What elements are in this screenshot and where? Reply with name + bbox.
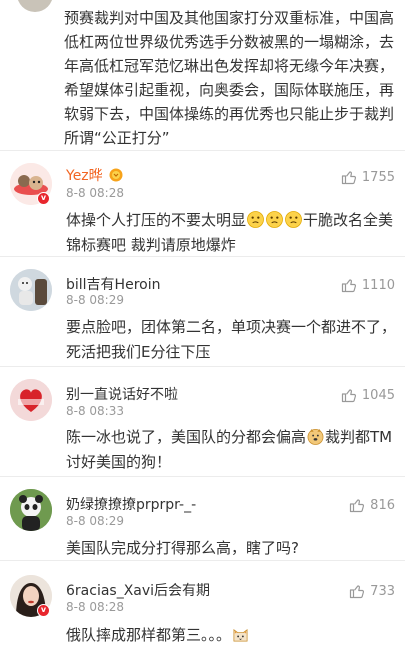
username[interactable]: Yez晔 xyxy=(66,165,123,185)
comment-text: 美国队完成分打得那么高，瞎了吗? xyxy=(66,539,299,557)
comment-item: bill吉有Heroin 8-8 08:29 1110 要点脸吧，团体第二名，单… xyxy=(0,256,405,367)
timestamp: 8-8 08:33 xyxy=(66,404,124,418)
thumbs-up-icon xyxy=(341,171,356,185)
like-count: 733 xyxy=(370,583,395,599)
doge-emoji-icon xyxy=(307,428,324,445)
cat-face-emoji-icon xyxy=(233,629,248,642)
like-button[interactable]: 1755 xyxy=(341,167,395,187)
username[interactable]: 奶绿撩撩撩prprpr-_- xyxy=(66,494,196,514)
comment-text: 陈一冰也说了，美国队的分都会偏高 裁判都TM讨好美国的狗！ xyxy=(66,425,398,475)
thumbs-up-icon xyxy=(350,499,365,513)
username[interactable]: bill吉有Heroin xyxy=(66,274,160,294)
comment-item: 奶绿撩撩撩prprpr-_- 8-8 08:29 816 美国队完成分打得那么高… xyxy=(0,476,405,561)
comment-text: 俄队摔成那样都第三。。。 xyxy=(66,623,398,648)
comment-item: v 6racias_Xavi后会有期 8-8 08:28 733 俄队摔成那样都… xyxy=(0,560,405,654)
timestamp: 8-8 08:28 xyxy=(66,186,124,200)
thinking-face-emoji-icon xyxy=(247,211,264,228)
timestamp: 8-8 08:29 xyxy=(66,293,124,307)
like-count: 816 xyxy=(370,497,395,513)
username[interactable]: 别一直说话好不啦 xyxy=(66,384,178,404)
thumbs-up-icon xyxy=(350,585,365,599)
comment-text: 预赛裁判对中国及其他国家打分双重标准，中国高低杠两位世界级优秀选手分数被黑的一塌… xyxy=(64,9,395,147)
like-button[interactable]: 1045 xyxy=(341,385,395,405)
thumbs-up-icon xyxy=(341,389,356,403)
avatar[interactable] xyxy=(17,0,53,12)
verified-badge-icon: v xyxy=(37,604,50,617)
comment-text-part: 陈一冰也说了，美国队的分都会偏高 xyxy=(66,428,307,446)
comment-text: 体操个人打压的不要太明显 干脆改名全美锦标赛吧 裁判请原地爆炸 xyxy=(66,208,398,258)
username[interactable]: 6racias_Xavi后会有期 xyxy=(66,580,210,600)
like-count: 1755 xyxy=(361,169,395,185)
thinking-face-emoji-icon xyxy=(285,211,302,228)
comment-text-part: 俄队摔成那样都第三。。。 xyxy=(66,626,232,644)
comment-item: v Yez晔 8-8 08:28 1755 体操个人打压的不要太明显 干脆改名全美… xyxy=(0,150,405,257)
avatar[interactable] xyxy=(10,269,52,311)
avatar[interactable] xyxy=(10,489,52,531)
like-button[interactable]: 1110 xyxy=(341,275,395,295)
like-button[interactable]: 816 xyxy=(349,495,395,515)
timestamp: 8-8 08:28 xyxy=(66,600,124,614)
thinking-face-emoji-icon xyxy=(266,211,283,228)
thumbs-up-icon xyxy=(341,279,356,293)
username-label: Yez晔 xyxy=(66,168,103,184)
like-count: 1110 xyxy=(361,277,395,293)
like-count: 1045 xyxy=(361,387,395,403)
verified-badge-icon: v xyxy=(37,192,50,205)
comment-text-part: 体操个人打压的不要太明显 xyxy=(66,211,247,229)
avatar[interactable] xyxy=(10,379,52,421)
timestamp: 8-8 08:29 xyxy=(66,514,124,528)
medal-icon xyxy=(109,168,123,182)
like-button[interactable]: 733 xyxy=(349,581,395,601)
comment-item: 别一直说话好不啦 8-8 08:33 1045 陈一冰也说了，美国队的分都会偏高… xyxy=(0,366,405,477)
comment-text: 要点脸吧，团体第二名，单项决赛一个都进不了，死活把我们E分往下压 xyxy=(66,318,397,361)
